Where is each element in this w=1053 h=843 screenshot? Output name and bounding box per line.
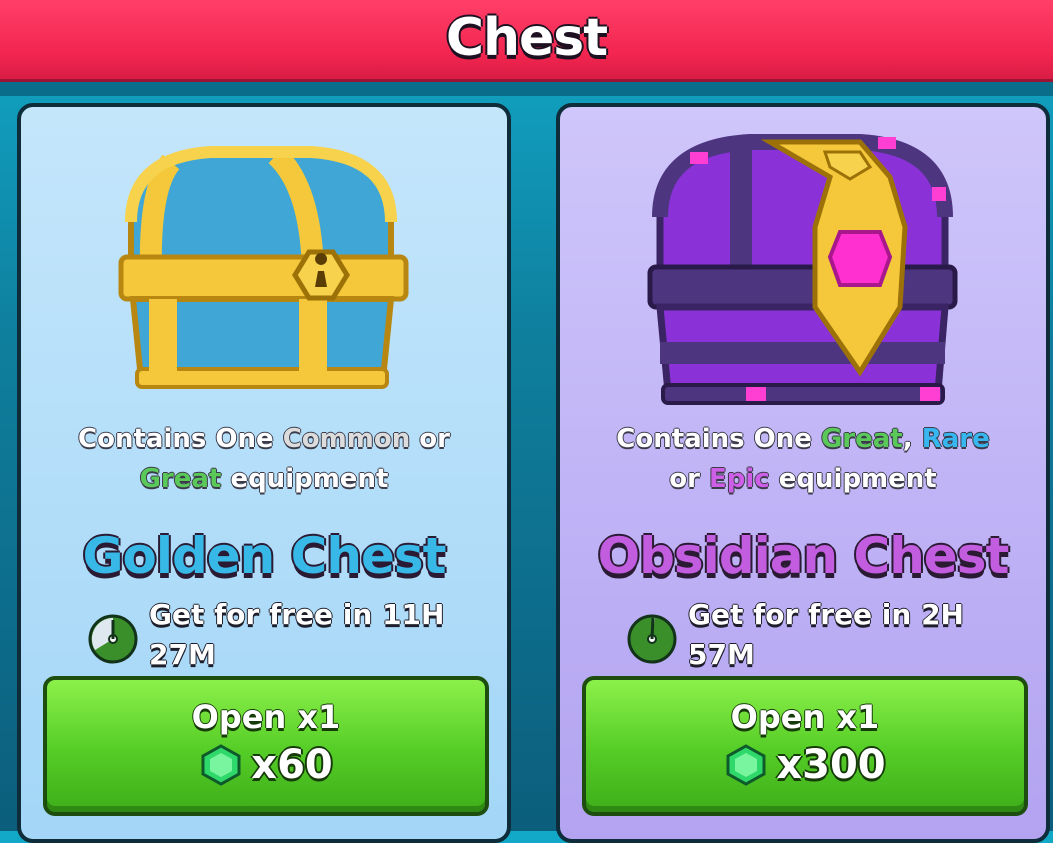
rarity-rare-label: Rare (921, 424, 990, 454)
header-bar: Chest (0, 0, 1053, 82)
chest-name: Obsidian Chest (597, 527, 1010, 585)
rarity-common-label: Common (282, 424, 411, 454)
desc-separator: , (902, 424, 913, 454)
gem-cost: x300 (586, 742, 1024, 788)
open-obsidian-chest-button[interactable]: Open x1 x300 (582, 676, 1028, 816)
golden-chest-image (118, 146, 409, 389)
gem-cost: x60 (47, 742, 485, 788)
obsidian-chest-card[interactable]: Contains One Great, Rare or Epic equipme… (556, 103, 1050, 843)
free-timer-text: Get for free in 2H 57M (688, 595, 988, 675)
stopwatch-icon (88, 614, 138, 664)
chest-description: Contains One Common or Great equipment (21, 419, 507, 499)
desc-suffix: equipment (230, 464, 389, 494)
desc-suffix: equipment (778, 464, 937, 494)
free-timer-line1: Get for free in 11H (149, 598, 445, 631)
green-gem-icon (201, 744, 241, 786)
header-divider (0, 82, 1053, 96)
free-timer-text: Get for free in 11H 27M (149, 595, 449, 675)
open-button-label: Open x1 (191, 698, 341, 736)
rarity-great-label: Great (139, 464, 222, 494)
free-timer-line2: 27M (149, 638, 216, 671)
free-timer-line1: Get for free in 2H (688, 598, 964, 631)
open-button-label: Open x1 (730, 698, 880, 736)
golden-chest-card[interactable]: Contains One Common or Great equipment G… (17, 103, 511, 843)
stopwatch-icon (627, 614, 677, 664)
desc-separator: or (419, 424, 450, 454)
desc-prefix: Contains One (616, 424, 812, 454)
green-gem-icon (726, 744, 766, 786)
chest-description: Contains One Great, Rare or Epic equipme… (560, 419, 1046, 499)
chest-name: Golden Chest (82, 527, 446, 585)
gem-cost-value: x60 (251, 742, 333, 788)
page-title: Chest (445, 8, 608, 68)
open-golden-chest-button[interactable]: Open x1 x60 (43, 676, 489, 816)
desc-separator: or (669, 464, 700, 494)
rarity-epic-label: Epic (709, 464, 770, 494)
free-timer-line2: 57M (688, 638, 755, 671)
rarity-great-label: Great (820, 424, 903, 454)
obsidian-chest-image (647, 134, 958, 405)
gem-cost-value: x300 (776, 742, 886, 788)
desc-prefix: Contains One (78, 424, 274, 454)
